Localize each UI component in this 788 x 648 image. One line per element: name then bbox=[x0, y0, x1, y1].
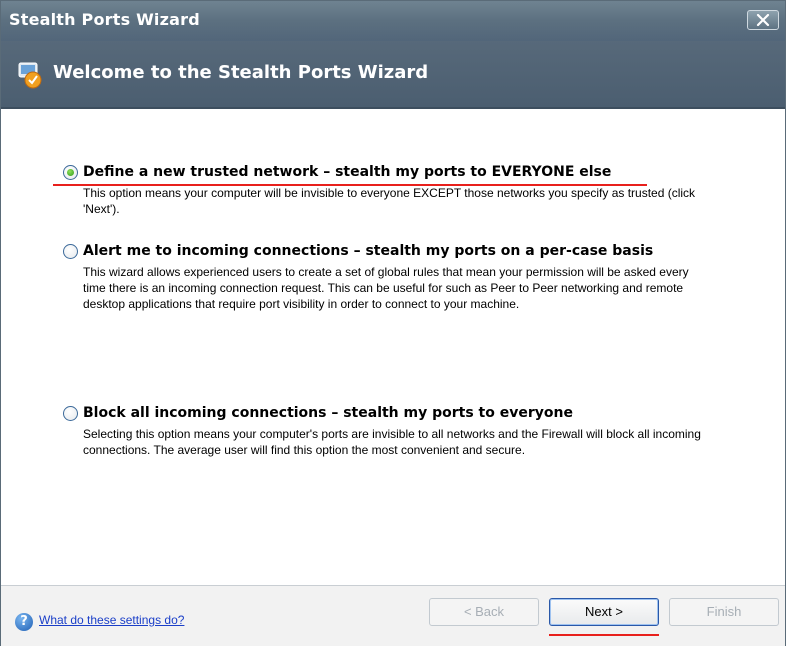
option-description: This option means your computer will be … bbox=[83, 186, 696, 216]
next-highlight-underline bbox=[549, 634, 659, 636]
wizard-heading: Welcome to the Stealth Ports Wizard bbox=[53, 62, 429, 83]
highlight-underline bbox=[53, 184, 647, 186]
close-icon bbox=[756, 14, 770, 26]
close-button[interactable] bbox=[747, 10, 779, 30]
stealth-ports-wizard-window: Stealth Ports Wizard Welcome to the Stea… bbox=[0, 0, 786, 646]
option-description: Selecting this option means your compute… bbox=[83, 427, 701, 457]
wizard-content: Define a new trusted network – stealth m… bbox=[1, 109, 785, 585]
option-description: This wizard allows experienced users to … bbox=[83, 265, 689, 311]
back-button[interactable]: < Back bbox=[429, 598, 539, 626]
wizard-shield-icon bbox=[18, 62, 42, 89]
option-label[interactable]: Alert me to incoming connections – steal… bbox=[83, 243, 653, 259]
window-title: Stealth Ports Wizard bbox=[9, 10, 200, 29]
option-label[interactable]: Define a new trusted network – stealth m… bbox=[83, 164, 611, 180]
radio-define-trusted-network[interactable] bbox=[63, 165, 78, 180]
option-label[interactable]: Block all incoming connections – stealth… bbox=[83, 405, 573, 421]
help-link[interactable]: What do these settings do? bbox=[39, 613, 184, 627]
title-bar[interactable]: Stealth Ports Wizard bbox=[1, 1, 785, 41]
radio-alert-incoming[interactable] bbox=[63, 244, 78, 259]
question-icon[interactable]: ? bbox=[15, 613, 33, 631]
finish-button[interactable]: Finish bbox=[669, 598, 779, 626]
radio-block-all-incoming[interactable] bbox=[63, 406, 78, 421]
next-button[interactable]: Next > bbox=[549, 598, 659, 626]
wizard-footer: ? What do these settings do? < Back Next… bbox=[1, 586, 785, 646]
